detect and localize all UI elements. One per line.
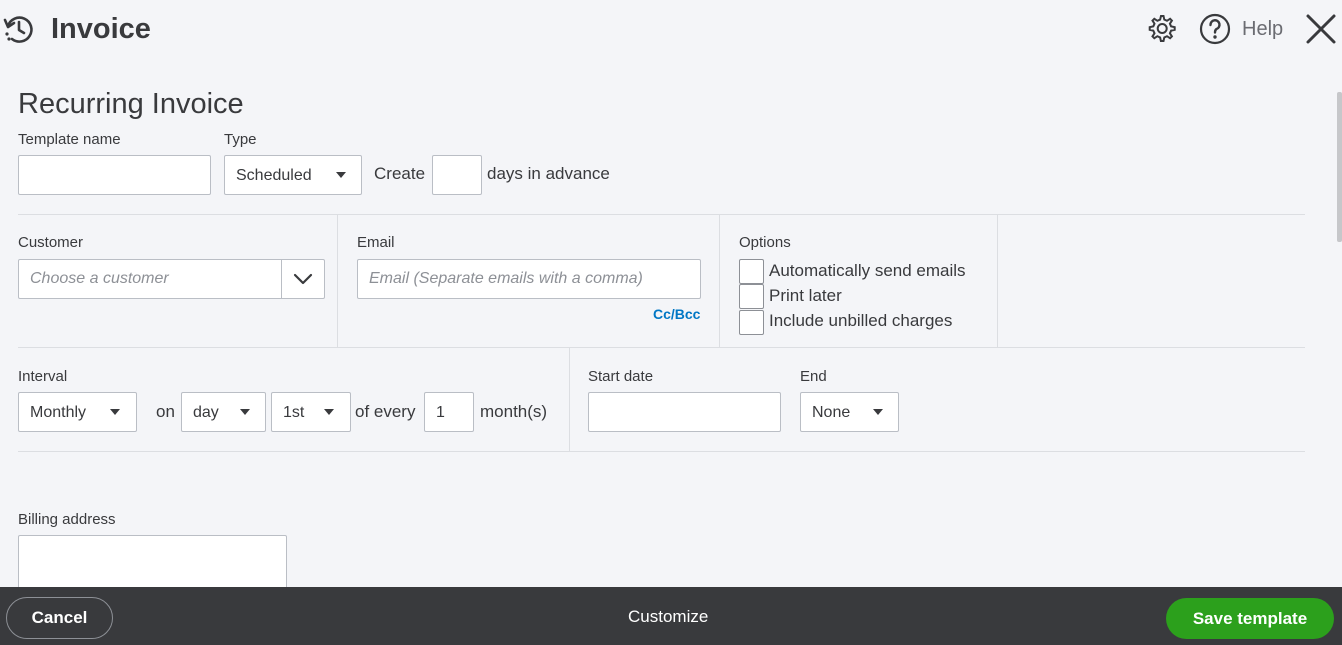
gear-icon[interactable] [1144, 12, 1178, 46]
billing-address-label: Billing address [18, 511, 116, 528]
divider [997, 215, 998, 348]
email-input[interactable]: Email (Separate emails with a comma) [357, 259, 701, 299]
options-label: Options [739, 234, 791, 251]
close-icon[interactable] [1302, 10, 1340, 48]
end-select[interactable]: None [800, 392, 899, 432]
type-select-value: Scheduled [236, 167, 312, 184]
print-later-checkbox[interactable] [739, 284, 764, 309]
start-date-label: Start date [588, 368, 654, 385]
every-count-input[interactable]: 1 [424, 392, 474, 432]
include-unbilled-label: Include unbilled charges [769, 311, 953, 330]
cancel-button[interactable]: Cancel [6, 597, 113, 639]
on-label: on [156, 402, 175, 421]
divider [569, 348, 570, 451]
divider [18, 451, 1305, 452]
cc-bcc-link[interactable]: Cc/Bcc [653, 306, 700, 322]
divider [18, 214, 1305, 215]
billing-address-textarea[interactable] [18, 535, 287, 595]
customize-button[interactable]: Customize [628, 607, 708, 627]
days-in-advance-input[interactable] [432, 155, 482, 195]
print-later-label: Print later [769, 286, 842, 305]
end-select-value: None [812, 404, 851, 421]
divider [719, 215, 720, 348]
auto-send-emails-label: Automatically send emails [769, 261, 966, 280]
save-template-button[interactable]: Save template [1166, 598, 1334, 639]
page-title: Recurring Invoice [18, 88, 244, 120]
include-unbilled-checkbox[interactable] [739, 310, 764, 335]
days-in-advance-label: days in advance [487, 164, 610, 183]
type-label: Type [224, 131, 257, 148]
create-label: Create [374, 164, 426, 183]
every-count-value: 1 [436, 404, 445, 421]
interval-frequency-value: Monthly [30, 404, 87, 421]
help-link[interactable]: Help [1242, 18, 1283, 41]
template-name-label: Template name [18, 131, 121, 148]
chevron-down-icon[interactable] [282, 260, 324, 298]
divider [337, 215, 338, 348]
caret-down-icon [110, 409, 120, 415]
help-icon[interactable] [1198, 12, 1232, 46]
email-label: Email [357, 234, 395, 251]
customer-label: Customer [18, 234, 84, 251]
day-mode-select[interactable]: day [181, 392, 266, 432]
app-title: Invoice [51, 13, 151, 45]
day-mode-value: day [193, 404, 219, 421]
template-name-input[interactable] [18, 155, 211, 195]
caret-down-icon [873, 409, 883, 415]
end-label: End [800, 368, 827, 385]
recurring-clock-icon [2, 12, 36, 46]
caret-down-icon [336, 172, 346, 178]
divider [18, 347, 1305, 348]
interval-frequency-select[interactable]: Monthly [18, 392, 137, 432]
caret-down-icon [324, 409, 334, 415]
months-label: month(s) [480, 402, 548, 421]
of-every-label: of every [355, 402, 416, 421]
customer-combobox[interactable]: Choose a customer [18, 259, 325, 299]
day-of-month-value: 1st [283, 404, 305, 421]
interval-label: Interval [18, 368, 68, 385]
email-placeholder: Email (Separate emails with a comma) [369, 270, 643, 287]
scrollbar-thumb[interactable] [1337, 92, 1342, 242]
start-date-input[interactable] [588, 392, 781, 432]
type-select[interactable]: Scheduled [224, 155, 362, 195]
auto-send-emails-checkbox[interactable] [739, 259, 764, 284]
day-of-month-select[interactable]: 1st [271, 392, 351, 432]
customer-placeholder: Choose a customer [30, 270, 169, 287]
caret-down-icon [240, 409, 250, 415]
